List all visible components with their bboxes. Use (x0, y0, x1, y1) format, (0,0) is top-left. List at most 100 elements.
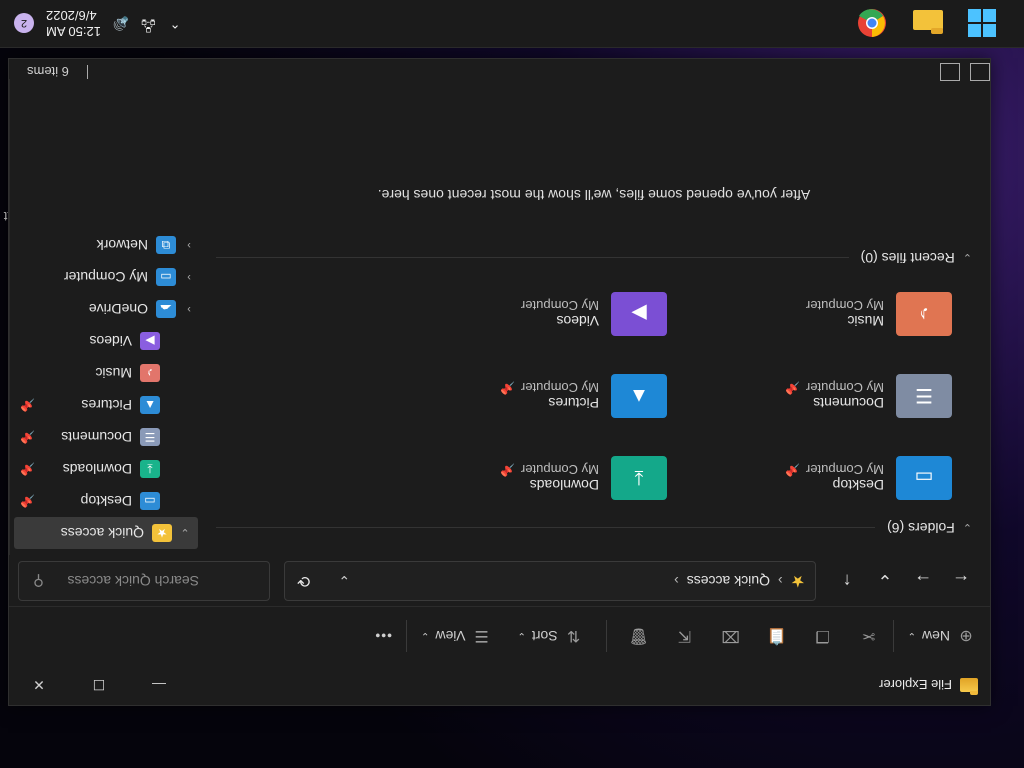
volume-icon[interactable]: 🔊 (113, 15, 129, 31)
sidebar-item-label: Quick access (60, 525, 144, 541)
sidebar-item-network[interactable]: › ⧉ Network (10, 229, 202, 261)
view-label: View (435, 628, 466, 644)
cut-button[interactable]: ✂ (851, 618, 887, 654)
chevron-right-icon[interactable]: › (182, 303, 196, 315)
clock[interactable]: 12:50 AM 4/6/2022 (46, 7, 101, 39)
divider (605, 620, 607, 652)
sidebar-item-downloads[interactable]: ⤓ Downloads 📌 (10, 453, 202, 485)
folder-tile-pictures[interactable]: ▲ Pictures My Computer 📌 (382, 365, 667, 427)
back-button[interactable]: ← (942, 563, 980, 599)
sidebar-item-label: Network (96, 237, 148, 253)
sidebar-item-desktop[interactable]: ▭ Desktop 📌 (10, 485, 202, 517)
desktop-icon: ▭ (140, 492, 160, 510)
sort-icon: ⇅ (566, 627, 581, 644)
sidebar-item-quick-access[interactable]: ⌄ ★ Quick access (14, 517, 198, 549)
breadcrumb-quick-access[interactable]: Quick access (687, 573, 770, 589)
paste-icon: 📋 (766, 627, 787, 644)
folder-icon (960, 678, 978, 692)
pictures-icon: ▲ (140, 396, 160, 414)
date: 4/6/2022 (46, 8, 97, 23)
share-button[interactable]: ⇱ (667, 618, 703, 654)
command-bar: ⊕ New ⌄ ✂ ❐ 📋 ⌧ ⇱ 🗑 ⇅ Sort ⌄ ☰ View ⌄ ••… (9, 606, 990, 665)
sidebar-item-my-computer[interactable]: › ▭ My Computer (10, 261, 202, 293)
delete-button[interactable]: 🗑 (621, 618, 657, 654)
recent-locations-button[interactable]: ⌄ (866, 563, 904, 599)
start-button[interactable] (960, 1, 1004, 45)
file-explorer-taskbar-button[interactable] (906, 1, 950, 45)
pin-icon: 📌 (500, 463, 515, 477)
recent-group-header[interactable]: ⌄ Recent files (0) (216, 243, 972, 273)
title-bar[interactable]: File Explorer — ☐ ✕ (9, 665, 990, 705)
address-row: ← → ⌄ ↑ ★ › Quick access › ⌄ ⟳ Search Qu… (9, 555, 990, 607)
notification-badge[interactable]: 2 (14, 13, 34, 33)
trash-icon: 🗑 (628, 627, 649, 644)
maximize-button[interactable]: ☐ (69, 665, 129, 705)
rename-icon: ⌧ (721, 627, 740, 644)
chevron-down-icon[interactable]: ⌄ (178, 527, 192, 540)
tiles-view-button[interactable] (940, 63, 960, 81)
rename-button[interactable]: ⌧ (713, 618, 749, 654)
pin-icon: 📌 (20, 430, 35, 444)
divider (86, 65, 88, 79)
sidebar-item-label: Desktop (80, 493, 132, 509)
breadcrumb-separator: › (777, 573, 783, 589)
folder-tile-music[interactable]: ♪ Music My Computer (667, 283, 952, 345)
star-icon: ★ (790, 572, 805, 589)
close-button[interactable]: ✕ (9, 665, 69, 705)
plus-icon: ⊕ (959, 627, 973, 644)
chrome-taskbar-button[interactable] (850, 1, 894, 45)
folder-tile-downloads[interactable]: ⤓ Downloads My Computer 📌 (382, 447, 667, 509)
chevron-up-icon[interactable]: ⌃ (170, 15, 181, 31)
up-button[interactable]: ↑ (828, 563, 866, 599)
folders-group-header[interactable]: ⌄ Folders (6) (216, 513, 972, 543)
folder-name: Desktop (832, 477, 884, 494)
navigation-pane: ⌄ ★ Quick access ▭ Desktop 📌 ⤓ Downloads 📌 ☰ Docum… (9, 79, 202, 555)
paste-button[interactable]: 📋 (759, 618, 795, 654)
search-icon: ⚲ (33, 572, 44, 589)
divider (406, 620, 408, 652)
details-view-button[interactable] (970, 63, 990, 81)
more-options-button[interactable]: ••• (366, 618, 400, 654)
sidebar-item-pictures[interactable]: ▲ Pictures 📌 (10, 389, 202, 421)
windows-logo-icon (968, 9, 996, 37)
sidebar-item-onedrive[interactable]: › ☁ OneDrive (10, 293, 202, 325)
pin-icon: 📌 (785, 463, 800, 477)
sidebar-item-music[interactable]: ♪ Music (10, 357, 202, 389)
network-icon[interactable]: 🖧 (141, 12, 156, 34)
chevron-right-icon[interactable]: › (182, 239, 196, 251)
folder-name: Videos (556, 313, 599, 330)
folder-location: My Computer (520, 298, 599, 314)
documents-folder-icon: ☰ (896, 374, 952, 418)
refresh-button[interactable]: ⟳ (297, 571, 310, 591)
folder-tile-documents[interactable]: ☰ Documents My Computer 📌 (667, 365, 952, 427)
cloud-icon: ☁ (156, 300, 176, 318)
folder-tile-desktop[interactable]: ▭ Desktop My Computer 📌 (667, 447, 952, 509)
pin-icon: 📌 (20, 462, 35, 476)
chevron-right-icon[interactable]: › (182, 271, 196, 283)
pin-icon: 📌 (500, 381, 515, 395)
sidebar-item-videos[interactable]: ▶ Videos (10, 325, 202, 357)
address-dropdown-button[interactable]: ⌄ (338, 573, 350, 590)
minimize-button[interactable]: — (129, 665, 189, 705)
new-button[interactable]: ⊕ New ⌄ (900, 618, 984, 654)
network-icon: ⧉ (156, 236, 176, 254)
computer-icon: ▭ (156, 268, 176, 286)
folder-name: Documents (813, 395, 884, 412)
view-button[interactable]: ☰ View ⌄ (413, 618, 499, 654)
copy-button[interactable]: ❐ (805, 618, 841, 654)
search-box[interactable]: Search Quick access ⚲ (18, 561, 270, 601)
music-icon: ♪ (140, 364, 160, 382)
address-bar[interactable]: ★ › Quick access › ⌄ ⟳ (284, 561, 816, 601)
folder-icon (913, 10, 943, 34)
forward-button[interactable]: → (904, 563, 942, 599)
chevron-down-icon: ⌄ (421, 630, 430, 642)
chrome-icon (858, 9, 886, 37)
sort-button[interactable]: ⇅ Sort ⌄ (510, 618, 592, 654)
time: 12:50 AM (46, 24, 101, 39)
folder-location: My Computer (520, 380, 599, 396)
music-folder-icon: ♪ (896, 292, 952, 336)
share-icon: ⇱ (677, 627, 692, 644)
sidebar-item-documents[interactable]: ☰ Documents 📌 (10, 421, 202, 453)
copy-icon: ❐ (815, 627, 830, 644)
folder-tile-videos[interactable]: ▶ Videos My Computer (382, 283, 667, 345)
